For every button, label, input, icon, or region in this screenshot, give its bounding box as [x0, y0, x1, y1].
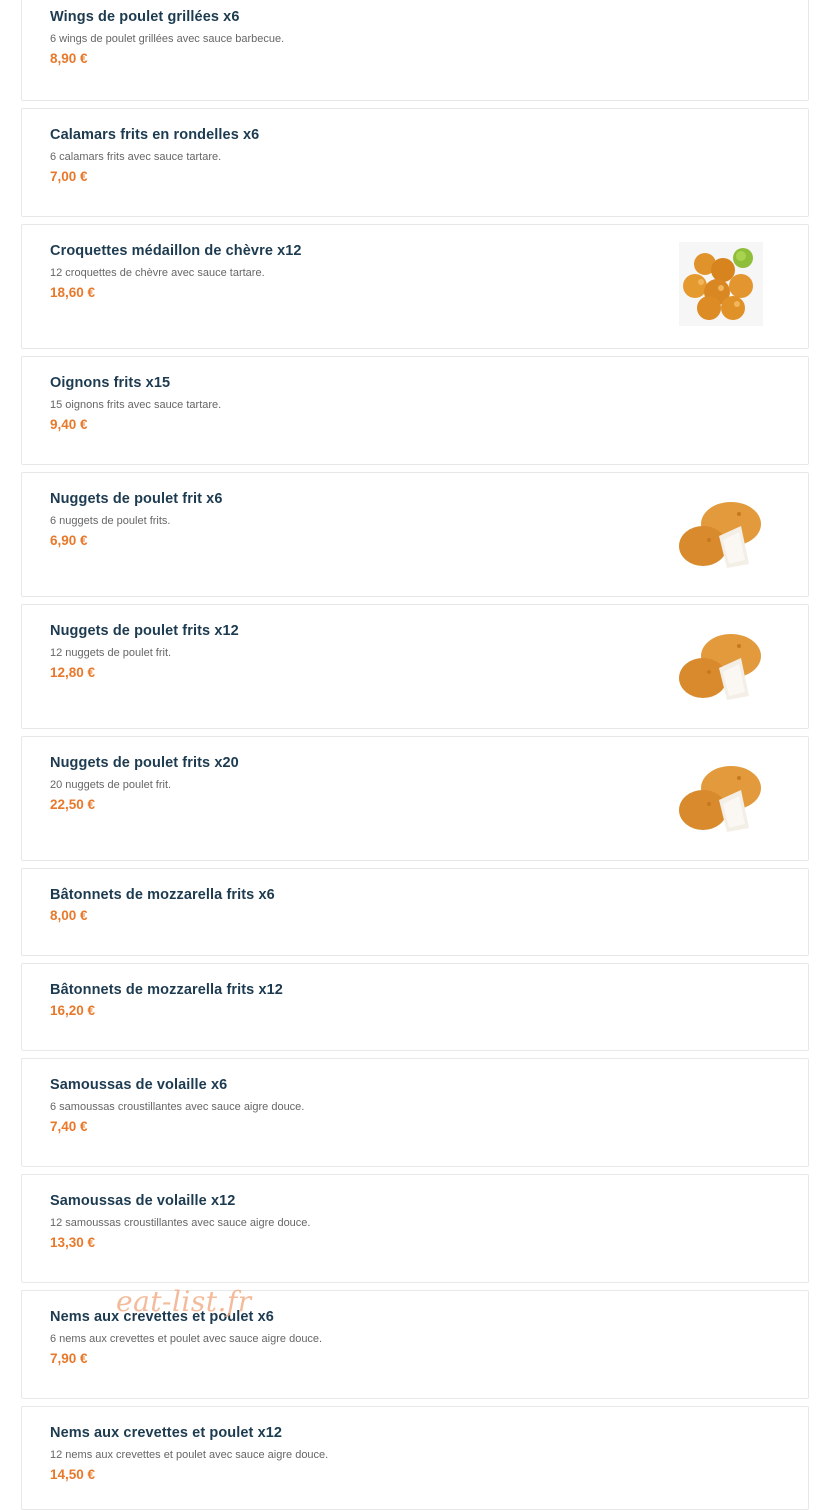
menu-item-card[interactable]: Nuggets de poulet frits x20 20 nuggets d… — [21, 736, 809, 861]
menu-item-card[interactable]: Bâtonnets de mozzarella frits x12 16,20 … — [21, 963, 809, 1051]
chicken-nuggets-image — [679, 490, 763, 574]
menu-item-price: 13,30 € — [50, 1235, 96, 1250]
menu-item-name: Calamars frits en rondelles x6 — [50, 127, 260, 143]
menu-item-price: 7,90 € — [50, 1351, 88, 1366]
menu-item-name: Bâtonnets de mozzarella frits x6 — [50, 887, 275, 903]
menu-item-name: Samoussas de volaille x12 — [50, 1193, 236, 1209]
menu-item-price: 6,90 € — [50, 533, 88, 548]
menu-item-text: Bâtonnets de mozzarella frits x12 16,20 … — [50, 980, 638, 1020]
menu-item-name: Nuggets de poulet frit x6 — [50, 491, 223, 507]
menu-item-text: Nuggets de poulet frits x12 12 nuggets d… — [50, 621, 638, 682]
menu-item-text: Samoussas de volaille x12 12 samoussas c… — [50, 1191, 638, 1252]
menu-item-description: 12 nems aux crevettes et poulet avec sau… — [50, 1449, 329, 1461]
menu-item-price: 22,50 € — [50, 797, 96, 812]
menu-item-name: Nuggets de poulet frits x12 — [50, 623, 239, 639]
menu-item-price: 9,40 € — [50, 417, 88, 432]
menu-item-price: 12,80 € — [50, 665, 96, 680]
goat-cheese-croquettes-image — [679, 242, 763, 326]
menu-item-card[interactable]: Croquettes médaillon de chèvre x12 12 cr… — [21, 224, 809, 349]
menu-item-text: Nems aux crevettes et poulet x12 12 nems… — [50, 1423, 638, 1484]
menu-item-text: Nuggets de poulet frit x6 6 nuggets de p… — [50, 489, 638, 550]
menu-item-description: 6 nuggets de poulet frits. — [50, 515, 171, 527]
menu-item-card[interactable]: Calamars frits en rondelles x6 6 calamar… — [21, 108, 809, 217]
menu-item-price: 18,60 € — [50, 285, 96, 300]
menu-item-text: Nuggets de poulet frits x20 20 nuggets d… — [50, 753, 638, 814]
menu-item-price: 14,50 € — [50, 1467, 96, 1482]
menu-item-description: 6 samoussas croustillantes avec sauce ai… — [50, 1101, 305, 1113]
menu-item-name: Wings de poulet grillées x6 — [50, 9, 240, 25]
menu-item-text: Bâtonnets de mozzarella frits x6 8,00 € — [50, 885, 638, 925]
menu-item-card[interactable]: Samoussas de volaille x6 6 samoussas cro… — [21, 1058, 809, 1167]
menu-item-name: Nems aux crevettes et poulet x12 — [50, 1425, 283, 1441]
menu-item-price: 7,00 € — [50, 169, 88, 184]
menu-item-text: Calamars frits en rondelles x6 6 calamar… — [50, 125, 638, 186]
menu-item-name: Oignons frits x15 — [50, 375, 171, 391]
menu-item-description: 6 nems aux crevettes et poulet avec sauc… — [50, 1333, 323, 1345]
menu-item-card[interactable]: Nuggets de poulet frit x6 6 nuggets de p… — [21, 472, 809, 597]
menu-item-description: 15 oignons frits avec sauce tartare. — [50, 399, 222, 411]
chicken-nuggets-image — [679, 622, 763, 706]
menu-item-name: Nuggets de poulet frits x20 — [50, 755, 239, 771]
menu-item-card[interactable]: Nuggets de poulet frits x12 12 nuggets d… — [21, 604, 809, 729]
menu-item-description: 12 nuggets de poulet frit. — [50, 647, 172, 659]
menu-item-description: 12 croquettes de chèvre avec sauce tarta… — [50, 267, 265, 279]
menu-item-name: Samoussas de volaille x6 — [50, 1077, 228, 1093]
menu-item-card[interactable]: Nems aux crevettes et poulet x12 12 nems… — [21, 1406, 809, 1510]
menu-item-price: 8,00 € — [50, 908, 88, 923]
menu-item-text: Wings de poulet grillées x6 6 wings de p… — [50, 7, 638, 68]
menu-item-card[interactable]: Bâtonnets de mozzarella frits x6 8,00 € — [21, 868, 809, 956]
menu-item-price: 16,20 € — [50, 1003, 96, 1018]
menu-item-card[interactable]: Samoussas de volaille x12 12 samoussas c… — [21, 1174, 809, 1283]
menu-item-price: 7,40 € — [50, 1119, 88, 1134]
menu-item-text: Samoussas de volaille x6 6 samoussas cro… — [50, 1075, 638, 1136]
menu-item-card[interactable]: Oignons frits x15 15 oignons frits avec … — [21, 356, 809, 465]
menu-item-description: 6 wings de poulet grillées avec sauce ba… — [50, 33, 285, 45]
menu-item-description: 20 nuggets de poulet frit. — [50, 779, 172, 791]
menu-item-text: Oignons frits x15 15 oignons frits avec … — [50, 373, 638, 434]
menu-item-description: 6 calamars frits avec sauce tartare. — [50, 151, 222, 163]
menu-item-list: Wings de poulet grillées x6 6 wings de p… — [0, 0, 825, 1510]
menu-item-description: 12 samoussas croustillantes avec sauce a… — [50, 1217, 311, 1229]
menu-item-name: Croquettes médaillon de chèvre x12 — [50, 243, 302, 259]
menu-item-text: Croquettes médaillon de chèvre x12 12 cr… — [50, 241, 638, 302]
watermark: eat-list.fr — [116, 1285, 252, 1318]
menu-item-name: Bâtonnets de mozzarella frits x12 — [50, 982, 283, 998]
menu-item-card[interactable]: Wings de poulet grillées x6 6 wings de p… — [21, 0, 809, 101]
menu-item-price: 8,90 € — [50, 51, 88, 66]
chicken-nuggets-image — [679, 754, 763, 838]
